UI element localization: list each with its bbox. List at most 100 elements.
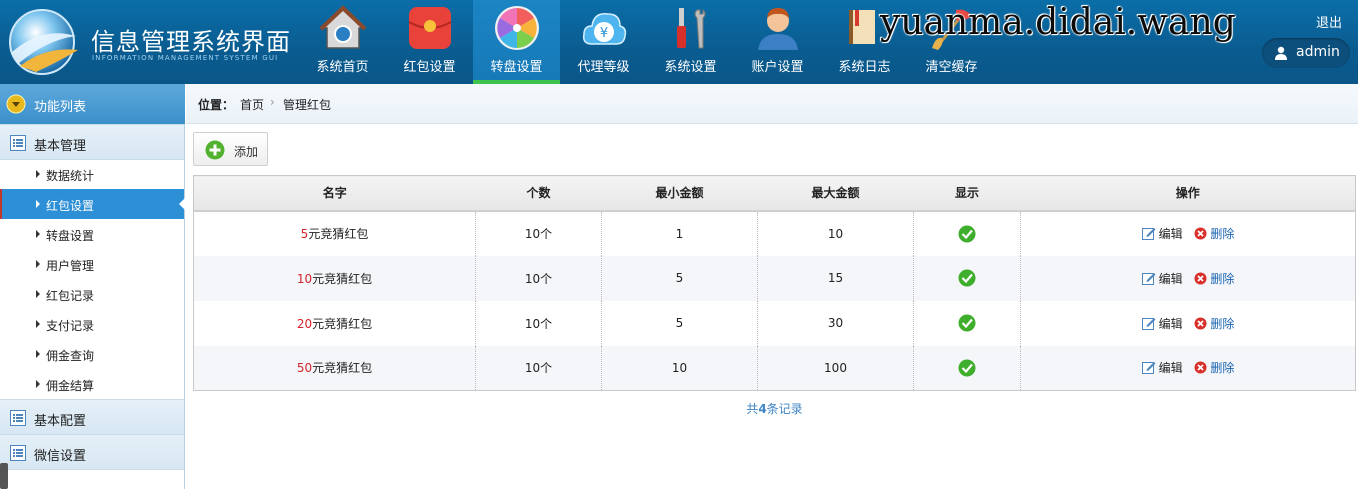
- list-icon: [10, 410, 26, 426]
- edit-icon: [1141, 272, 1156, 285]
- sidebar-item-commission-query[interactable]: 佣金查询: [0, 339, 184, 369]
- record-count: 共4条记录: [193, 400, 1356, 417]
- cell-count: 10个: [475, 300, 602, 346]
- sidebar-item-commission-settlement[interactable]: 佣金结算: [0, 369, 184, 399]
- sidebar-item-user-management[interactable]: 用户管理: [0, 249, 184, 279]
- delete-icon: [1194, 317, 1207, 329]
- nav-agent-level[interactable]: ¥ 代理等级: [560, 0, 647, 84]
- name-suffix: 元竞猜红包: [312, 316, 373, 331]
- delete-label: 删除: [1210, 227, 1235, 241]
- column-header-min-amount: 最小金额: [601, 175, 758, 212]
- check-icon: [958, 314, 976, 332]
- tools-icon: [677, 8, 706, 49]
- cell-min-amount: 10: [601, 345, 758, 391]
- collapse-circle-icon: [6, 94, 26, 114]
- delete-button[interactable]: 删除: [1194, 270, 1234, 287]
- table-row: 50元竞猜红包 10个 10 100 编辑 删除: [193, 345, 1356, 391]
- sidebar-item-payment-records[interactable]: 支付记录: [0, 309, 184, 339]
- table-row: 20元竞猜红包 10个 5 30 编辑 删除: [194, 300, 1356, 346]
- caret-right-icon: [36, 320, 40, 328]
- logout-link[interactable]: 退出: [1316, 12, 1342, 31]
- edit-button[interactable]: 编辑: [1141, 270, 1183, 287]
- breadcrumb-separator: ›: [270, 95, 275, 109]
- cell-max-amount: 100: [757, 345, 914, 391]
- cell-max-amount: 10: [757, 210, 914, 256]
- scrollbar-handle[interactable]: [0, 463, 8, 489]
- nav-account-settings[interactable]: 账户设置: [734, 0, 821, 84]
- cell-actions: 编辑 删除: [1020, 345, 1356, 391]
- delete-button[interactable]: 删除: [1194, 315, 1234, 332]
- color-wheel-icon: [495, 6, 539, 50]
- nav-wheel-settings[interactable]: 转盘设置: [473, 0, 560, 84]
- delete-icon: [1194, 272, 1207, 284]
- cell-actions: 编辑 删除: [1020, 210, 1356, 256]
- cell-display: [913, 210, 1021, 256]
- breadcrumb-home-link[interactable]: 首页: [240, 96, 264, 113]
- cell-name: 20元竞猜红包: [194, 301, 476, 346]
- sidebar-group-basic-management[interactable]: 基本管理: [0, 124, 184, 160]
- sidebar-item-label: 佣金查询: [46, 349, 95, 363]
- list-icon: [10, 135, 26, 151]
- house-icon: [319, 5, 367, 49]
- user-name: admin: [1296, 44, 1340, 60]
- check-icon: [958, 269, 976, 287]
- name-suffix: 元竞猜红包: [312, 271, 373, 286]
- sidebar-item-label: 支付记录: [46, 319, 95, 333]
- nav-label: 代理等级: [577, 60, 630, 75]
- edit-button[interactable]: 编辑: [1141, 225, 1183, 242]
- cell-min-amount: 1: [601, 210, 758, 256]
- sidebar-item-label: 佣金结算: [46, 379, 95, 393]
- cell-max-amount: 30: [757, 300, 914, 346]
- caret-right-icon: [36, 170, 40, 178]
- sidebar-group-basic-config[interactable]: 基本配置: [0, 399, 184, 435]
- user-account-icon: [758, 8, 798, 50]
- delete-button[interactable]: 删除: [1194, 359, 1234, 376]
- sidebar-group-wechat-settings[interactable]: 微信设置: [0, 434, 184, 470]
- globe-logo-icon: [9, 9, 78, 75]
- nav-system-settings[interactable]: 系统设置: [647, 0, 734, 84]
- sidebar-item-data-statistics[interactable]: 数据统计: [0, 159, 184, 189]
- nav-label: 转盘设置: [490, 60, 543, 75]
- sidebar-item-red-envelope-settings[interactable]: 红包设置: [0, 189, 185, 219]
- delete-label: 删除: [1210, 271, 1235, 286]
- add-button[interactable]: 添加: [193, 132, 268, 166]
- cell-name: 5元竞猜红包: [194, 211, 476, 256]
- column-header-count: 个数: [475, 175, 602, 212]
- column-header-name: 名字: [193, 175, 476, 212]
- caret-right-icon: [36, 290, 40, 298]
- sidebar-item-label: 红包设置: [46, 199, 95, 213]
- sidebar-item-red-envelope-records[interactable]: 红包记录: [0, 279, 184, 309]
- caret-right-icon: [36, 260, 40, 268]
- nav-label: 系统设置: [664, 60, 717, 75]
- record-count-number: 4: [758, 402, 767, 416]
- caret-right-icon: [36, 200, 40, 208]
- delete-button[interactable]: 删除: [1194, 225, 1234, 242]
- delete-icon: [1194, 361, 1207, 374]
- cell-display: [913, 300, 1021, 346]
- record-count-suffix: 条记录: [766, 402, 803, 416]
- sidebar: 功能列表 基本管理 数据统计 红包设置 转盘设置 用户管理 红包记录 支付记录 …: [0, 84, 185, 489]
- nav-label: 红包设置: [403, 60, 456, 75]
- sidebar-item-label: 红包记录: [46, 289, 95, 303]
- nav-label: 系统首页: [316, 60, 369, 75]
- nav-home[interactable]: 系统首页: [299, 0, 386, 84]
- yen-cloud-icon: ¥: [582, 13, 627, 45]
- nav-red-envelope[interactable]: 红包设置: [386, 0, 473, 84]
- edit-button[interactable]: 编辑: [1141, 315, 1183, 332]
- edit-icon: [1141, 362, 1156, 375]
- edit-label: 编辑: [1158, 227, 1183, 241]
- name-amount: 20: [296, 316, 313, 331]
- name-amount: 10: [296, 271, 313, 286]
- red-envelope-icon: [408, 7, 452, 49]
- sidebar-item-wheel-settings[interactable]: 转盘设置: [0, 219, 184, 249]
- edit-button[interactable]: 编辑: [1141, 359, 1183, 376]
- edit-label: 编辑: [1158, 271, 1183, 286]
- column-header-actions: 操作: [1020, 175, 1356, 212]
- edit-icon: [1141, 317, 1156, 330]
- sidebar-item-label: 转盘设置: [46, 229, 95, 243]
- user-menu[interactable]: admin: [1262, 38, 1350, 68]
- table-header-row: 名字 个数 最小金额 最大金额 显示 操作: [193, 175, 1356, 212]
- column-header-display: 显示: [913, 175, 1021, 212]
- cell-actions: 编辑 删除: [1020, 255, 1356, 301]
- record-count-prefix: 共: [746, 402, 759, 416]
